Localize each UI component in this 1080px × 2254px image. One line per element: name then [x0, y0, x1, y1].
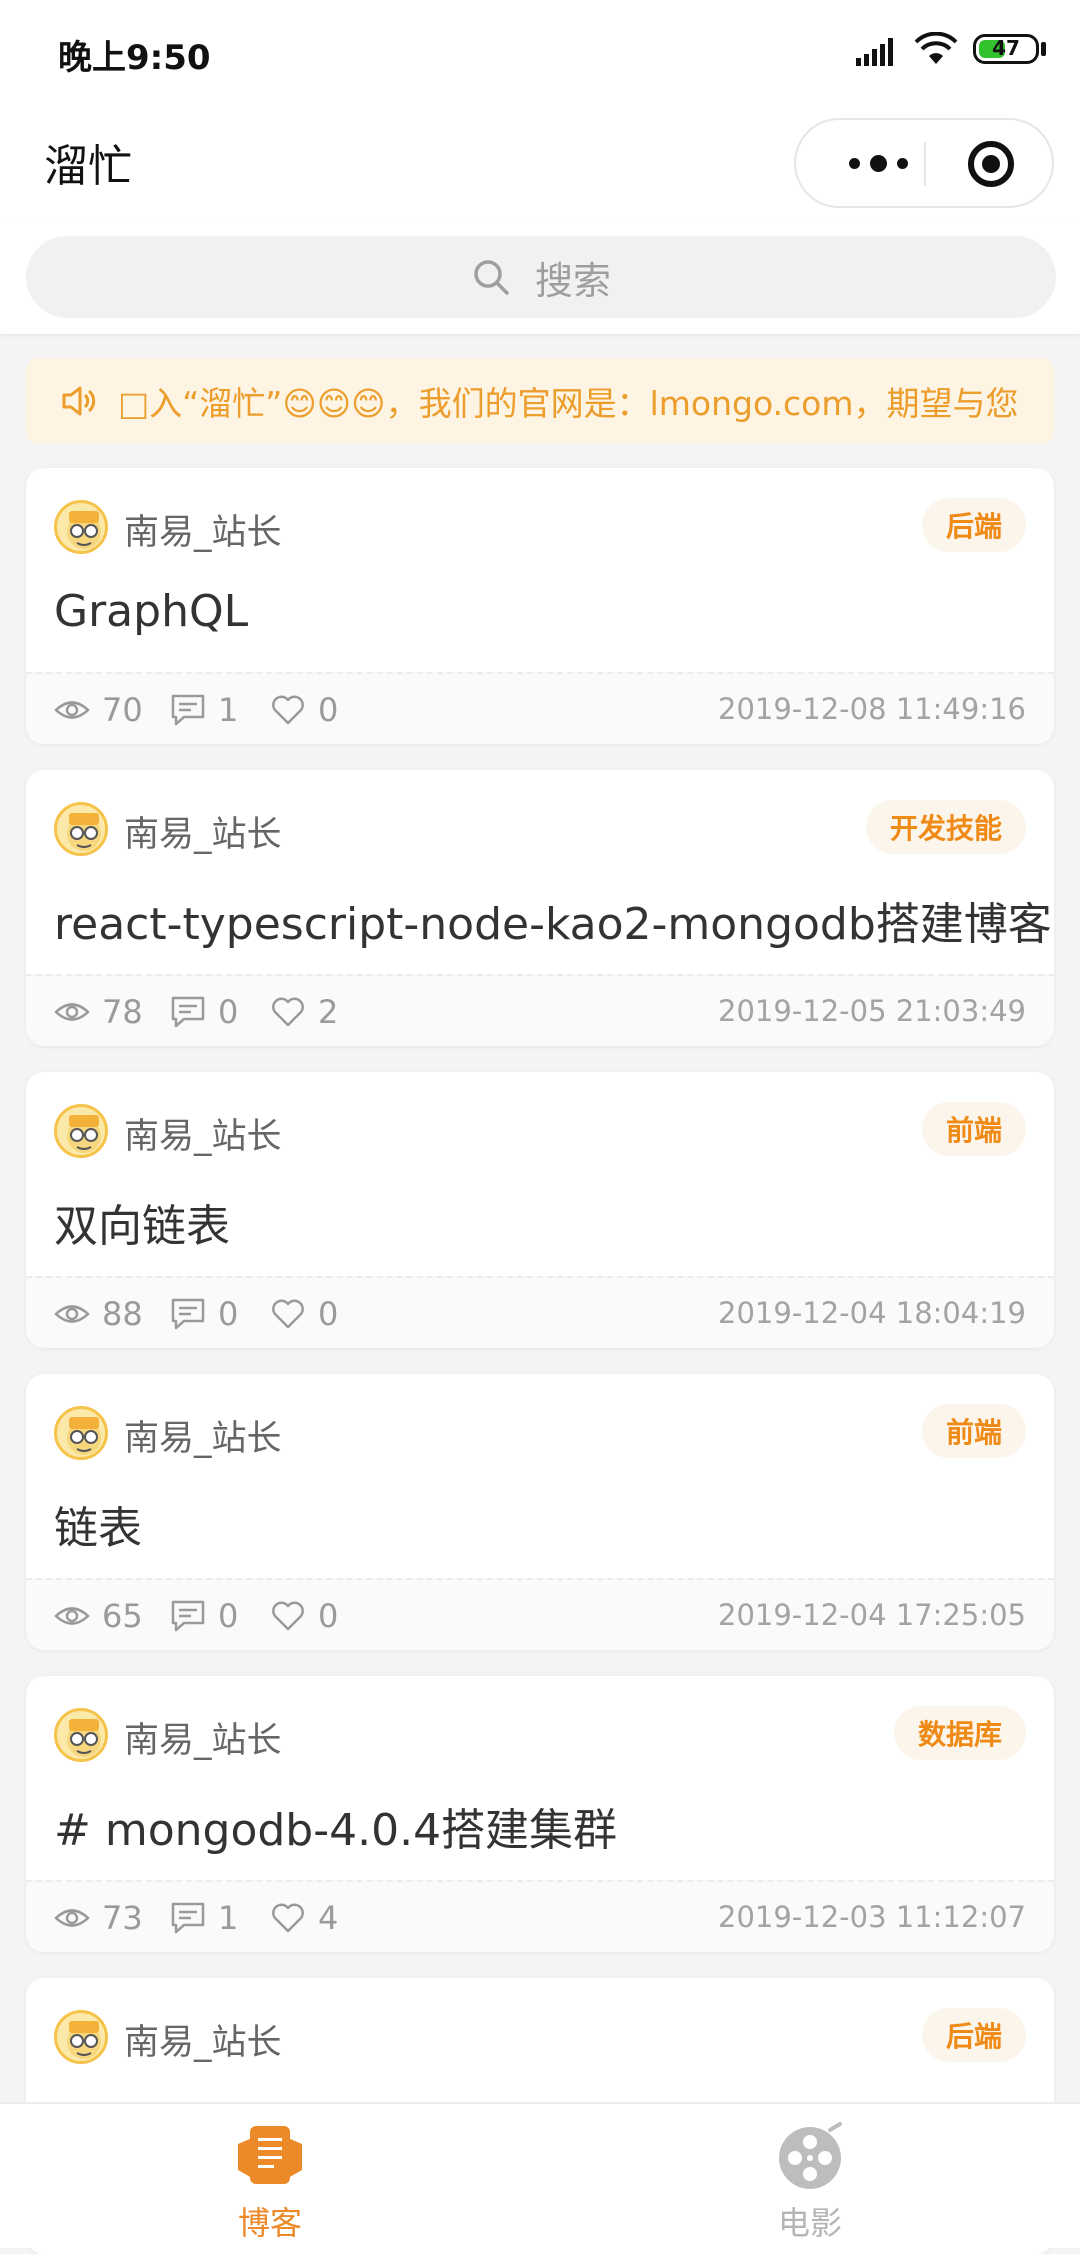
like-icon [272, 1903, 304, 1933]
post-category-tag[interactable]: 前端 [921, 1102, 1026, 1156]
post-date: 2019-12-03 11:12:07 [718, 1900, 1026, 1934]
notice-bar[interactable]: □入“溜忙”😊😊😊，我们的官网是：lmongo.com，期望与您 [26, 358, 1054, 444]
film-reel-icon [779, 2122, 842, 2189]
post-header: 南易_站长 后端 [26, 1978, 1054, 2088]
wifi-icon [914, 32, 958, 64]
post-card[interactable]: 南易_站长 前端 双向链表 88 0 0 2019-12-04 18:04:19 [26, 1072, 1054, 1348]
post-stats: 65 0 0 2019-12-04 17:25:05 [26, 1578, 1054, 1650]
search-bar-container: 搜索 [0, 220, 1080, 334]
post-card[interactable]: 南易_站长 开发技能 react-typescript-node-kao2-mo… [26, 770, 1054, 1046]
post-title: 双向链表 [54, 1201, 230, 1252]
post-author: 南易_站长 [124, 1721, 282, 1761]
post-stats: 78 0 2 2019-12-05 21:03:49 [26, 974, 1054, 1046]
like-count[interactable]: 0 [270, 1294, 338, 1334]
search-input[interactable]: 搜索 [26, 236, 1056, 318]
tab-blog[interactable]: 博客 [0, 2104, 540, 2250]
post-header: 南易_站长 前端 [26, 1374, 1054, 1484]
views-icon [54, 1607, 90, 1625]
battery-icon: 47 [973, 34, 1039, 64]
like-icon [272, 695, 304, 725]
more-options-button[interactable] [832, 120, 924, 206]
post-header: 南易_站长 后端 [26, 468, 1054, 578]
post-card[interactable]: 南易_站长 前端 链表 65 0 0 2019-12-04 17:25:05 [26, 1374, 1054, 1650]
view-count: 70 [54, 690, 143, 730]
comment-count: 1 [170, 690, 238, 730]
like-count[interactable]: 0 [270, 1596, 338, 1636]
views-icon [54, 1003, 90, 1021]
post-card[interactable]: 南易_站长 后端 GraphQL 70 1 0 2019-12-08 11:49… [26, 468, 1054, 744]
page-title: 溜忙 [44, 141, 132, 192]
post-stats: 88 0 0 2019-12-04 18:04:19 [26, 1276, 1054, 1348]
comment-icon [171, 1902, 205, 1934]
post-category-tag[interactable]: 数据库 [893, 1706, 1026, 1760]
avatar [54, 1708, 108, 1762]
views-icon [54, 1305, 90, 1323]
blog-icon [238, 2126, 302, 2184]
post-category-tag[interactable]: 开发技能 [865, 800, 1026, 854]
avatar [54, 1406, 108, 1460]
comment-count: 0 [170, 992, 238, 1032]
avatar [54, 500, 108, 554]
post-category-tag[interactable]: 后端 [921, 498, 1026, 552]
navigation-bar: 溜忙 [0, 100, 1080, 220]
cellular-signal-icon [856, 38, 893, 66]
post-author: 南易_站长 [124, 815, 282, 855]
view-count: 73 [54, 1898, 143, 1938]
avatar [54, 802, 108, 856]
close-miniprogram-button[interactable] [968, 141, 1014, 187]
like-count[interactable]: 0 [270, 690, 338, 730]
like-icon [272, 1299, 304, 1329]
post-header: 南易_站长 前端 [26, 1072, 1054, 1182]
tab-blog-label: 博客 [237, 2204, 302, 2242]
post-date: 2019-12-05 21:03:49 [718, 994, 1026, 1028]
comment-icon [171, 1298, 205, 1330]
avatar [54, 1104, 108, 1158]
post-header: 南易_站长 数据库 [26, 1676, 1054, 1786]
views-icon [54, 1909, 90, 1927]
like-count[interactable]: 4 [270, 1898, 338, 1938]
search-placeholder: 搜索 [534, 258, 611, 303]
post-title: GraphQL [54, 586, 249, 637]
comment-icon [171, 1600, 205, 1632]
comment-count: 1 [170, 1898, 238, 1938]
post-header: 南易_站长 开发技能 [26, 770, 1054, 880]
status-time: 晚上9:50 [58, 38, 211, 78]
post-category-tag[interactable]: 前端 [921, 1404, 1026, 1458]
comment-icon [171, 996, 205, 1028]
tab-movies-label: 电影 [777, 2204, 842, 2242]
post-date: 2019-12-04 18:04:19 [718, 1296, 1026, 1330]
view-count: 88 [54, 1294, 143, 1334]
tab-bar: 博客 电影 [0, 2102, 1080, 2248]
post-title: 链表 [54, 1503, 142, 1554]
view-count: 65 [54, 1596, 143, 1636]
post-stats: 70 1 0 2019-12-08 11:49:16 [26, 672, 1054, 744]
views-icon [54, 701, 90, 719]
post-title: react-typescript-node-kao2-mongodb搭建博客 [54, 899, 1052, 950]
post-author: 南易_站长 [124, 513, 282, 553]
battery-level: 47 [992, 36, 1020, 60]
post-author: 南易_站长 [124, 1117, 282, 1157]
like-icon [272, 997, 304, 1027]
post-date: 2019-12-04 17:25:05 [718, 1598, 1026, 1632]
status-bar: 晚上9:50 47 [0, 0, 1080, 100]
notice-text: □入“溜忙”😊😊😊，我们的官网是：lmongo.com，期望与您 [118, 384, 1019, 423]
search-icon [474, 260, 509, 295]
speaker-icon [62, 386, 96, 416]
like-icon [272, 1601, 304, 1631]
post-date: 2019-12-08 11:49:16 [718, 692, 1026, 726]
view-count: 78 [54, 992, 143, 1032]
post-stats: 73 1 4 2019-12-03 11:12:07 [26, 1880, 1054, 1952]
avatar [54, 2010, 108, 2064]
post-author: 南易_站长 [124, 1419, 282, 1459]
comment-icon [171, 694, 205, 726]
post-author: 南易_站长 [124, 2023, 282, 2063]
miniprogram-capsule [794, 118, 1054, 208]
comment-count: 0 [170, 1294, 238, 1334]
post-title: # mongodb-4.0.4搭建集群 [54, 1805, 618, 1856]
post-card[interactable]: 南易_站长 数据库 # mongodb-4.0.4搭建集群 73 1 4 201… [26, 1676, 1054, 1952]
post-category-tag[interactable]: 后端 [921, 2008, 1026, 2062]
tab-movies[interactable]: 电影 [540, 2104, 1080, 2250]
comment-count: 0 [170, 1596, 238, 1636]
like-count[interactable]: 2 [270, 992, 338, 1032]
